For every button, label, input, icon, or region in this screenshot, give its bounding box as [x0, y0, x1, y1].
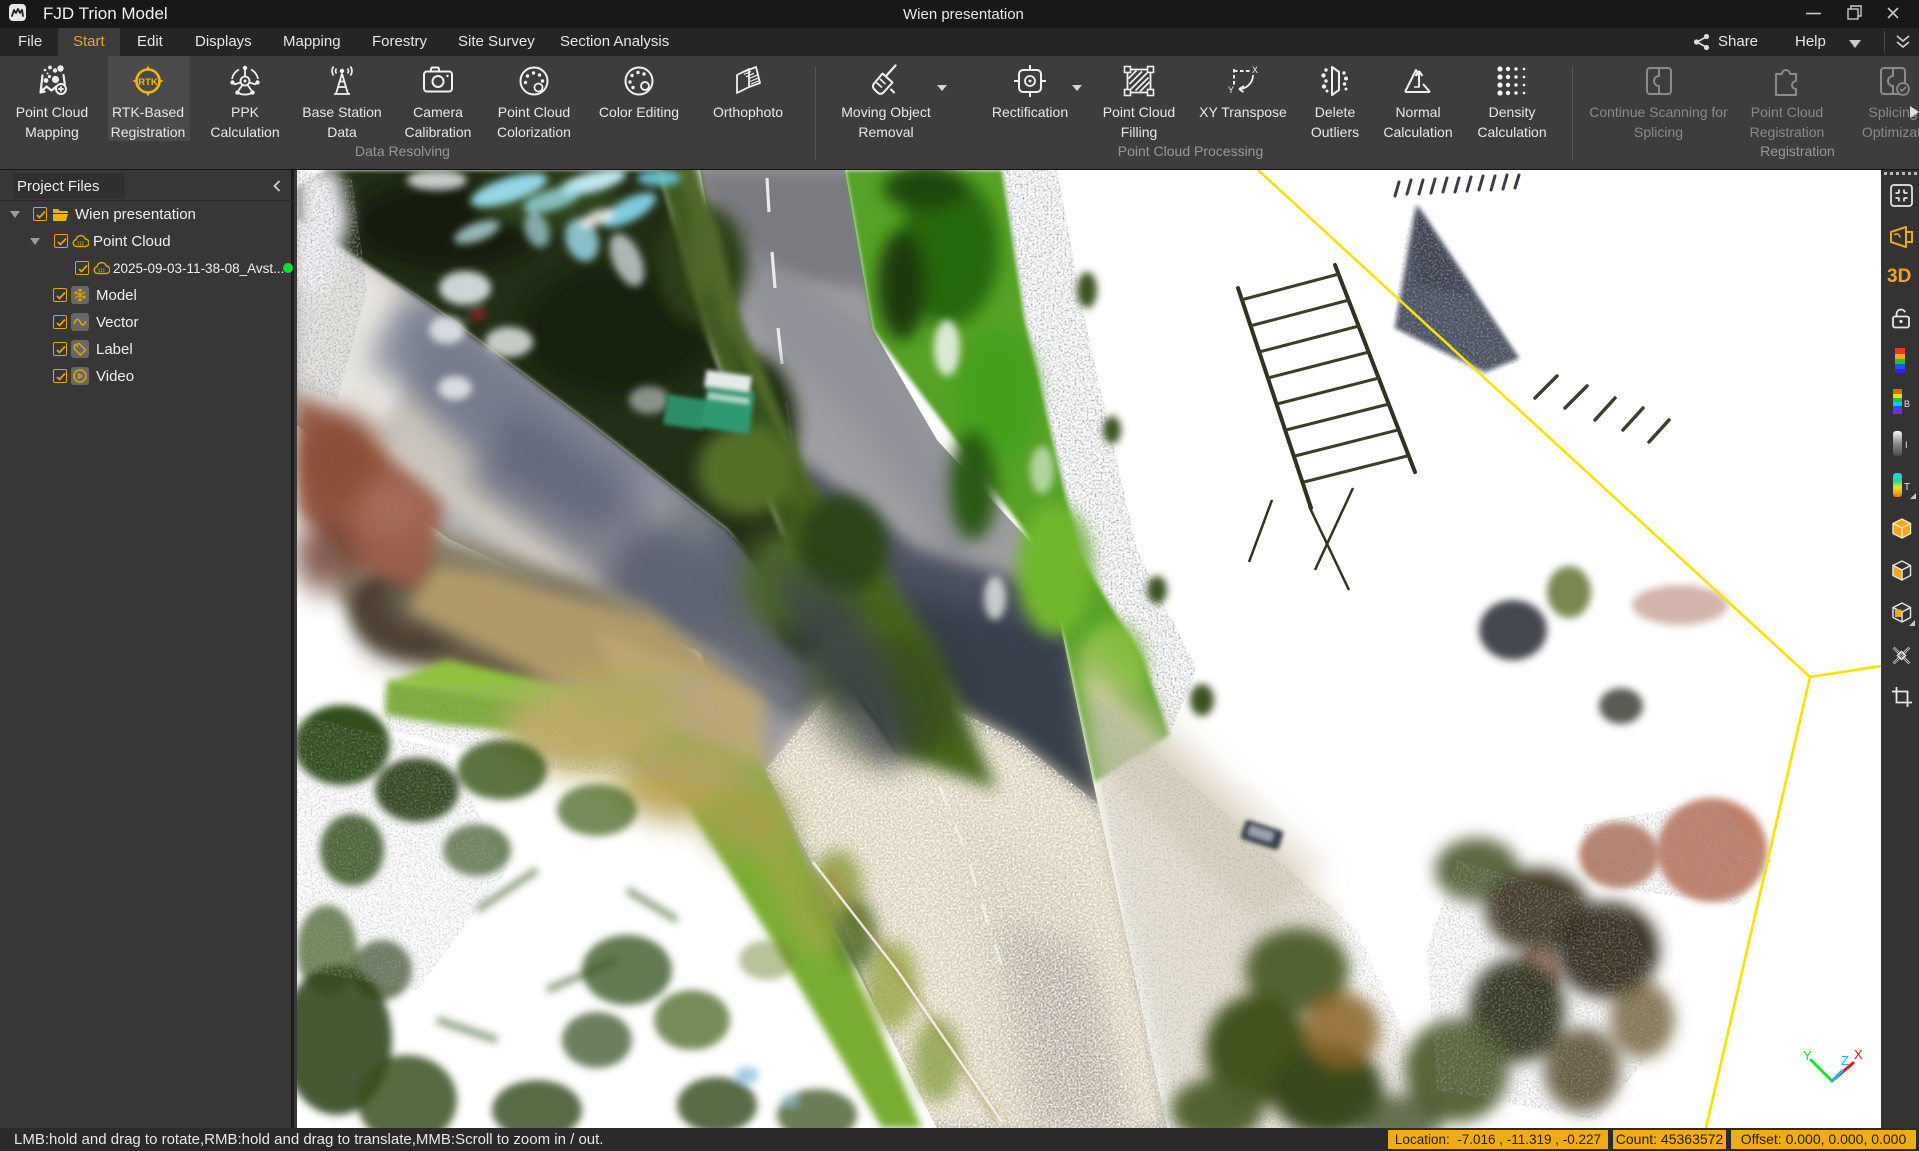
svg-text:Y: Y: [1803, 1048, 1812, 1063]
svg-text:X: X: [1252, 65, 1258, 75]
svg-text:RTK: RTK: [138, 77, 158, 88]
svg-text:T: T: [1904, 482, 1910, 493]
svg-text:B: B: [1904, 399, 1910, 409]
svg-text:X: X: [1854, 1047, 1863, 1062]
svg-text:Y: Y: [1228, 85, 1234, 95]
svg-text:Z: Z: [1841, 1053, 1849, 1068]
svg-text:I: I: [1905, 440, 1908, 450]
